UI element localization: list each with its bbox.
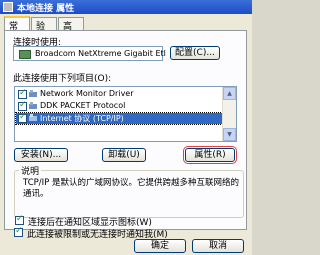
list-item[interactable]: DDK PACKET Protocol — [16, 100, 224, 112]
list-item[interactable]: Network Monitor Driver — [16, 88, 224, 100]
tab-advanced[interactable]: 高级 — [58, 17, 84, 45]
network-component-icon — [29, 102, 37, 109]
cancel-button[interactable]: 取消 — [192, 239, 244, 253]
checkbox[interactable] — [18, 112, 27, 123]
properties-button[interactable]: 属性(R) — [183, 146, 237, 164]
list-item-selected[interactable]: Internet 协议 (TCP/IP) — [15, 112, 225, 125]
notify-limited-checkbox[interactable] — [14, 226, 23, 237]
network-component-icon — [29, 114, 37, 121]
list-item-label: Internet 协议 (TCP/IP) — [40, 114, 124, 123]
description-title: 说明 — [19, 164, 42, 177]
components-label: 此连接使用下列项目(O): — [13, 74, 112, 84]
scroll-down-icon[interactable]: ▼ — [223, 128, 236, 141]
checkbox[interactable] — [18, 100, 27, 111]
adapter-name: Broadcom NetXtreme Gigabit Etl — [35, 49, 166, 58]
description-text: TCP/IP 是默认的广域网协议。它提供跨越多种互联网络的通讯。 — [23, 178, 239, 199]
ok-button[interactable]: 确定 — [134, 239, 186, 253]
title-bar[interactable]: 本地连接 属性 — [0, 0, 252, 14]
description-group: 说明 TCP/IP 是默认的广域网协议。它提供跨越多种互联网络的通讯。 — [14, 164, 244, 218]
show-icon-checkbox[interactable] — [15, 214, 24, 225]
general-tab-panel: 连接时使用: Broadcom NetXtreme Gigabit Etl 配置… — [4, 30, 247, 230]
network-adapter-icon — [19, 50, 31, 59]
tab-general[interactable]: 常规 — [4, 16, 30, 45]
adapter-field: Broadcom NetXtreme Gigabit Etl — [13, 46, 166, 61]
list-item-label: Network Monitor Driver — [40, 89, 134, 98]
list-scrollbar[interactable]: ▲ ▼ — [222, 87, 236, 141]
install-button[interactable]: 安装(N)... — [14, 148, 68, 162]
tab-authentication[interactable]: 验证 — [31, 17, 57, 45]
window-title: 本地连接 属性 — [17, 4, 75, 14]
list-item-label: DDK PACKET Protocol — [40, 101, 126, 110]
scroll-up-icon[interactable]: ▲ — [223, 87, 236, 100]
configure-button[interactable]: 配置(C)... — [170, 46, 220, 60]
network-connection-icon — [3, 2, 13, 12]
checkbox[interactable] — [18, 88, 27, 99]
components-list[interactable]: Network Monitor Driver DDK PACKET Protoc… — [14, 86, 237, 142]
properties-window: 本地连接 属性 常规 验证 高级 连接时使用: Broadcom NetXtre… — [0, 0, 252, 255]
network-component-icon — [29, 90, 37, 97]
uninstall-button[interactable]: 卸载(U) — [102, 148, 146, 162]
